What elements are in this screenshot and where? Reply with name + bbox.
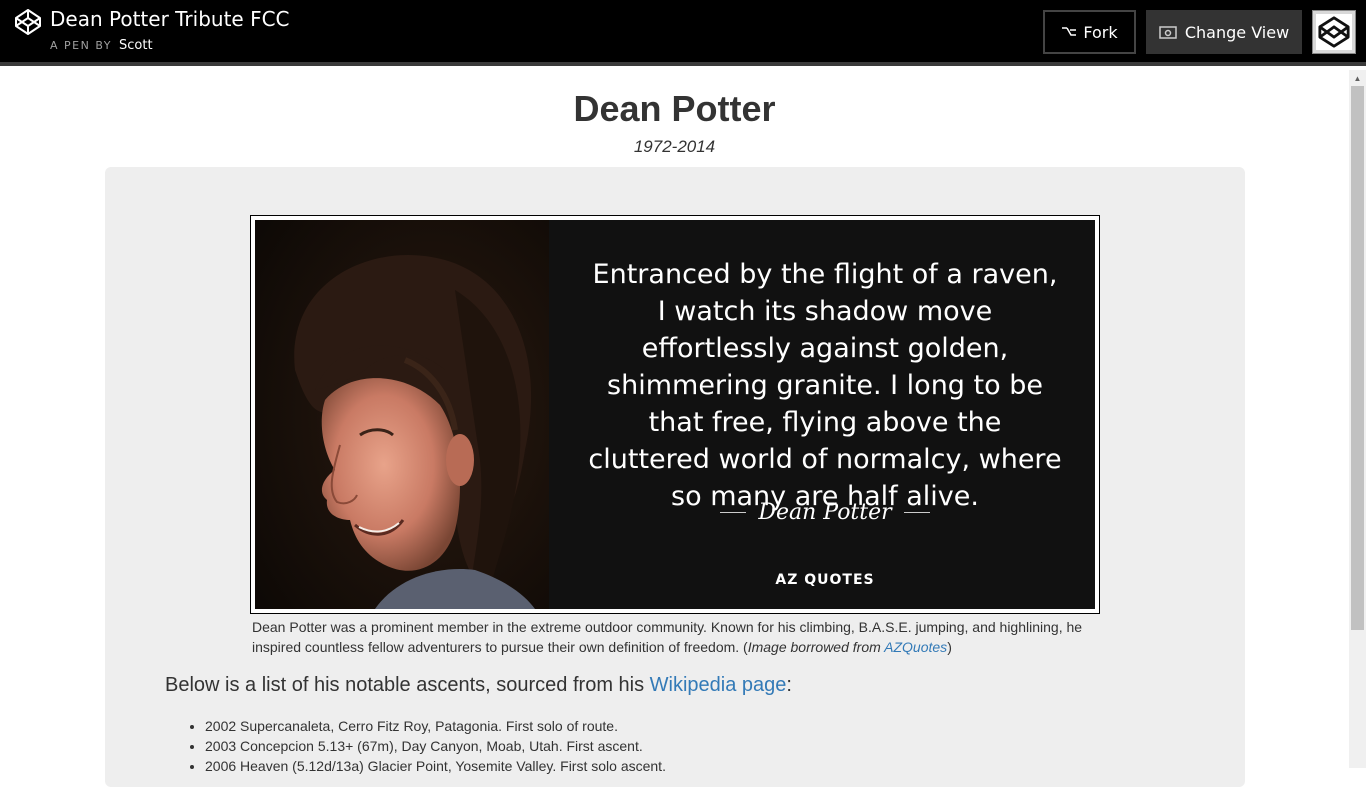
scrollbar-thumb[interactable] (1351, 86, 1364, 630)
page-title: Dean Potter (573, 88, 776, 129)
pen-byline: A PEN BY Scott (50, 38, 153, 53)
portrait-illustration (255, 220, 549, 609)
portrait-photo (255, 220, 549, 609)
list-item: 2006 Heaven (5.12d/13a) Glacier Point, Y… (205, 756, 666, 776)
scroll-up-arrow-icon[interactable]: ▲ (1349, 70, 1366, 86)
quote-card: Entranced by the flight of a raven, I wa… (255, 220, 1095, 609)
quote-image: Entranced by the flight of a raven, I wa… (250, 215, 1100, 614)
list-item: 2002 Supercanaleta, Cerro Fitz Roy, Pata… (205, 716, 666, 736)
change-view-label: Change View (1184, 22, 1290, 42)
user-avatar[interactable] (1312, 10, 1356, 54)
caption-credit-text: Image borrowed from (747, 639, 885, 655)
page-years: 1972-2014 (633, 137, 716, 156)
fork-icon (1062, 27, 1077, 36)
change-view-button[interactable]: Change View (1146, 10, 1302, 54)
caption-text: Dean Potter was a prominent member in th… (252, 619, 1083, 655)
azquotes-link[interactable]: AZQuotes (884, 639, 947, 655)
byline-prefix: A PEN BY (50, 39, 112, 52)
quote-author-name: Dean Potter (758, 500, 892, 525)
image-caption: Dean Potter was a prominent member in th… (252, 617, 1097, 657)
author-link[interactable]: Scott (119, 38, 153, 53)
quote-text: Entranced by the flight of a raven, I wa… (588, 259, 1062, 512)
avatar-logo-icon (1316, 14, 1352, 50)
fork-label: Fork (1083, 22, 1118, 42)
eye-icon (1159, 26, 1177, 39)
ascents-heading-colon: : (786, 674, 792, 696)
pen-title: Dean Potter Tribute FCC (50, 7, 290, 31)
codepen-logo-icon[interactable] (14, 8, 42, 36)
ascents-heading-text: Below is a list of his notable ascents, … (165, 674, 650, 696)
ascents-heading: Below is a list of his notable ascents, … (165, 674, 792, 697)
azquotes-logo: AZ QUOTES (775, 572, 875, 588)
list-item: 2003 Concepcion 5.13+ (67m), Day Canyon,… (205, 736, 666, 756)
fork-button[interactable]: Fork (1043, 10, 1136, 54)
caption-credit-close: ) (947, 639, 952, 655)
codepen-header: Dean Potter Tribute FCC A PEN BY Scott F… (0, 0, 1366, 66)
quote-author: Dean Potter (585, 500, 1065, 525)
author-dash-right (903, 512, 930, 513)
author-dash-left (720, 512, 747, 513)
wikipedia-link[interactable]: Wikipedia page (650, 674, 787, 696)
ascents-list: 2002 Supercanaleta, Cerro Fitz Roy, Pata… (205, 716, 666, 776)
